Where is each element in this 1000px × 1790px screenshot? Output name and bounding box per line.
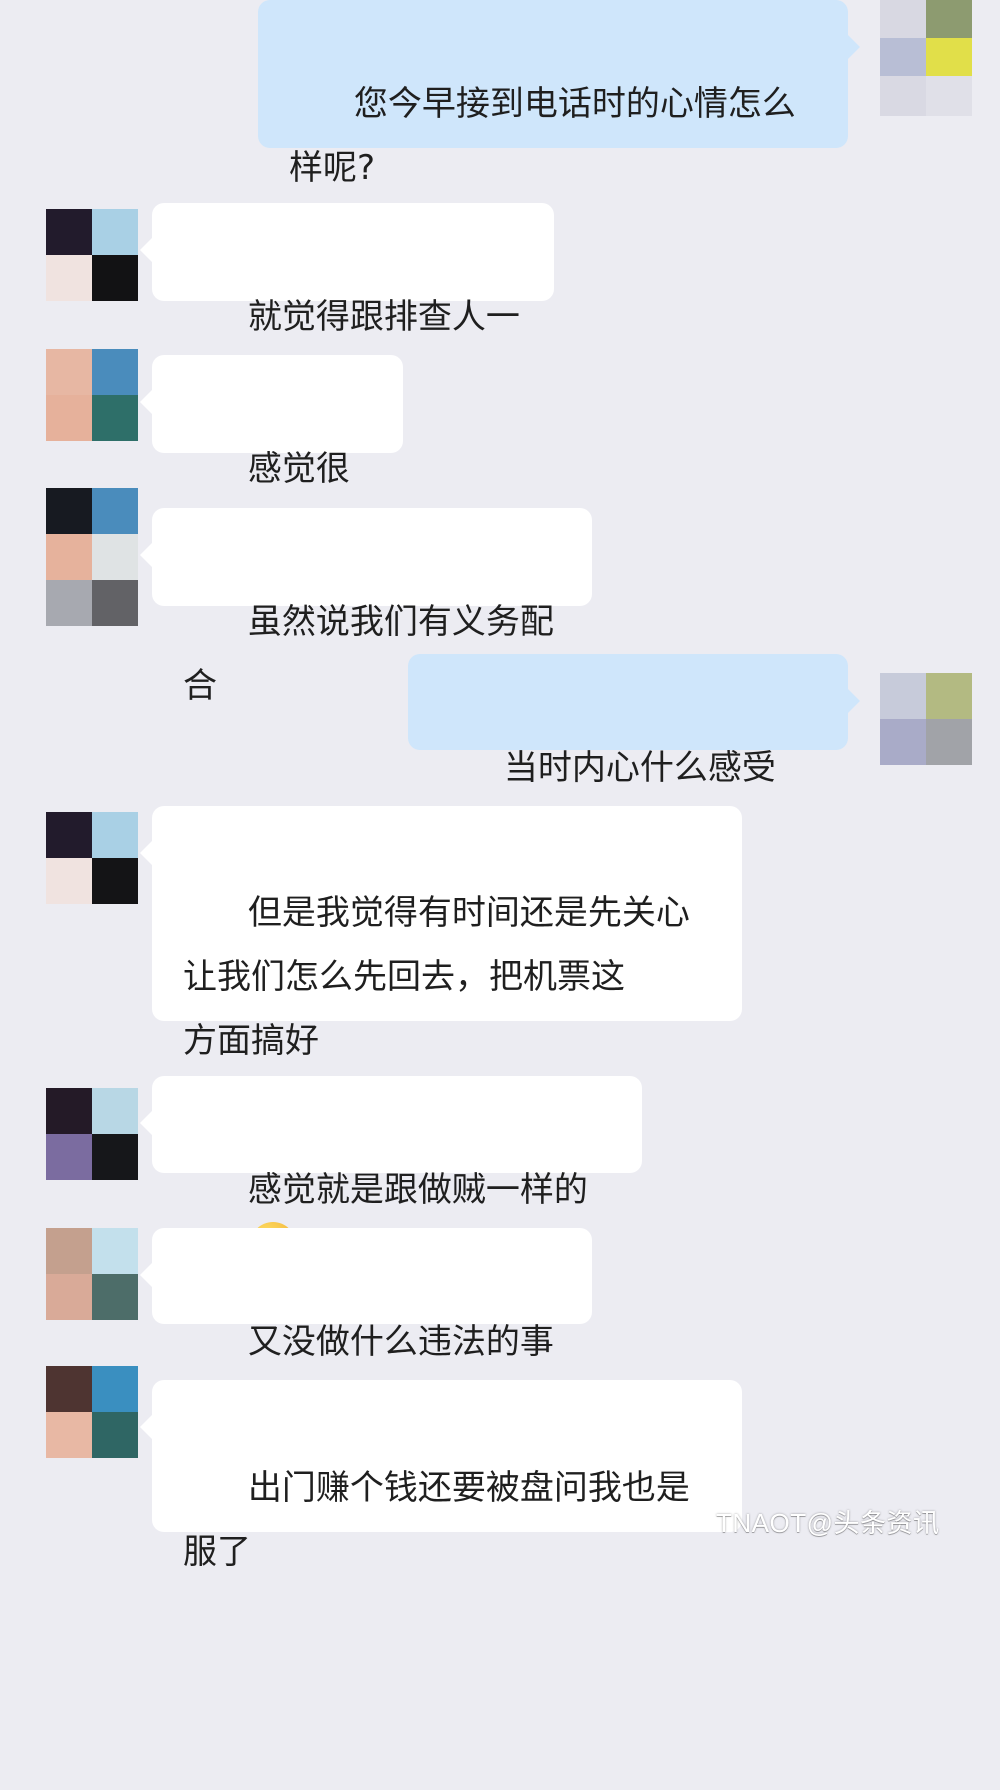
avatar-tile [46,255,92,301]
message-bubble[interactable]: 就觉得跟排查人一样 [140,203,554,401]
avatar-tile [92,349,138,395]
avatar[interactable] [46,1088,138,1180]
message-row: 又没做什么违法的事情 [0,1228,1000,1426]
avatar-tile [46,1228,92,1274]
message-bubble[interactable]: 感觉就是跟做贼一样的 [140,1076,642,1268]
avatar-tile [92,209,138,255]
avatar-tile [92,1134,138,1180]
message-bubble[interactable]: 感觉很不好 [140,355,403,553]
avatar-tile [92,1228,138,1274]
chat-view: 您今早接到电话时的心情怎么 样呢? 就觉得跟排查人一样 [0,0,1000,1572]
avatar-tile [92,580,138,626]
message-row: 感觉就是跟做贼一样的 [0,1076,1000,1268]
avatar-tile [46,1088,92,1134]
avatar-tile [46,488,92,534]
message-bubble[interactable]: 当时内心什么感受呢? [408,654,860,852]
avatar-tile [92,812,138,858]
avatar[interactable] [46,349,138,441]
watermark: TNAOT@头条资讯 [716,1508,940,1538]
avatar-tile [880,673,926,719]
message-bubble[interactable]: 出门赚个钱还要被盘问我也是 服了 [140,1380,742,1572]
message-bubble[interactable]: 又没做什么违法的事情 [140,1228,592,1426]
avatar-tile [46,1412,92,1458]
avatar-tile [46,349,92,395]
message-bubble[interactable]: 但是我觉得有时间还是先关心 让我们怎么先回去，把机票这 方面搞好 [140,806,742,1061]
avatar-tile [46,858,92,904]
avatar-tile [46,1274,92,1320]
avatar[interactable] [46,812,138,904]
message-text: 出门赚个钱还要被盘问我也是 服了 [183,1468,690,1572]
avatar[interactable] [46,1228,138,1320]
avatar-tile [46,812,92,858]
avatar-tile [92,488,138,534]
avatar-tile [46,209,92,255]
message-bubble[interactable]: 您今早接到电话时的心情怎么 样呢? [258,0,860,188]
avatar-tile [92,1366,138,1412]
avatar-tile [46,1134,92,1180]
message-text: 但是我觉得有时间还是先关心 让我们怎么先回去，把机票这 方面搞好 [183,893,690,1061]
message-row: 感觉很不好 [0,349,1000,553]
avatar-tile [46,534,92,580]
avatar-tile [92,395,138,441]
avatar[interactable] [880,0,972,116]
message-bubble[interactable]: 虽然说我们有义务配合 [140,508,592,706]
avatar-tile [926,76,972,116]
avatar-tile [92,1412,138,1458]
message-row: 就觉得跟排查人一样 [0,203,1000,401]
message-row: 您今早接到电话时的心情怎么 样呢? [0,0,1000,188]
message-row: 当时内心什么感受呢? [0,654,1000,852]
avatar-tile [92,255,138,301]
message-text: 感觉就是跟做贼一样的 [247,1170,588,1210]
avatar[interactable] [46,488,138,626]
message-text: 您今早接到电话时的心情怎么 样呢? [289,84,796,188]
avatar-tile [880,76,926,116]
avatar[interactable] [880,673,972,765]
avatar-tile [926,719,972,765]
message-row: 虽然说我们有义务配合 [0,486,1000,706]
avatar-tile [92,858,138,904]
avatar-tile [46,580,92,626]
avatar-tile [92,1088,138,1134]
avatar-tile [92,1274,138,1320]
avatar-tile [46,1366,92,1412]
message-row: 但是我觉得有时间还是先关心 让我们怎么先回去，把机票这 方面搞好 [0,806,1000,1061]
avatar-tile [880,719,926,765]
avatar[interactable] [46,209,138,301]
avatar-tile [46,395,92,441]
avatar[interactable] [46,1366,138,1458]
avatar-tile [926,673,972,719]
avatar-tile [92,534,138,580]
